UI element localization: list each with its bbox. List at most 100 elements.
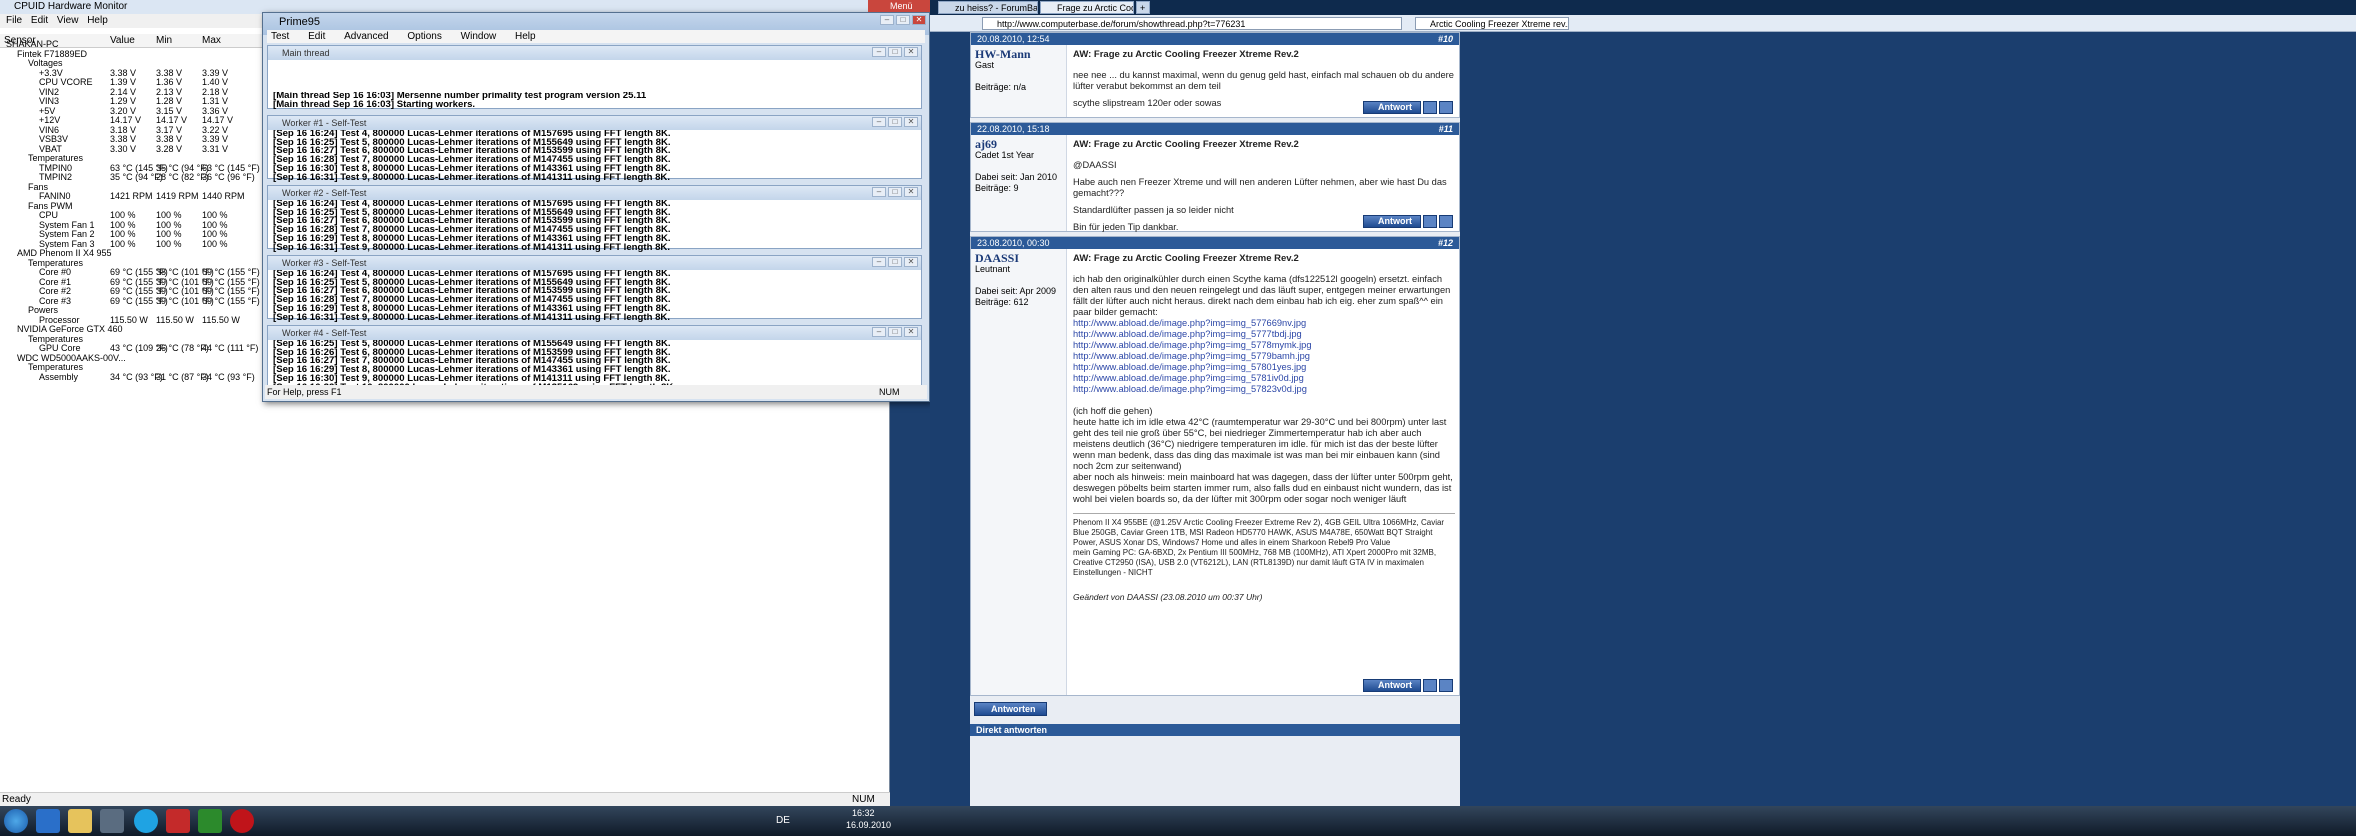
quote-icon[interactable]	[1423, 679, 1437, 692]
explorer-icon[interactable]	[68, 809, 92, 833]
post-link[interactable]: http://www.abload.de/image.php?img=img_5…	[1073, 318, 1455, 329]
post-text: (ich hoff die gehen)	[1073, 406, 1153, 416]
minimize-icon[interactable]: –	[872, 187, 886, 197]
reply-button[interactable]: Antwort	[1363, 215, 1421, 228]
prime95-status-text: For Help, press F1	[267, 387, 342, 397]
tab-frage[interactable]: Frage zu Arctic Coolin...	[1040, 1, 1134, 14]
log-line: [Sep 16 16:31] Test 9, 800000 Lucas-Lehm…	[273, 171, 671, 183]
worker-window[interactable]: Worker #3 - Self-Test – □ ✕ [Sep 16 16:24] T…	[267, 255, 922, 322]
subwindow-title: Worker #3 - Self-Test	[268, 256, 921, 270]
user-meta: Beiträge: n/a	[975, 82, 1027, 92]
quote-icon[interactable]	[1423, 215, 1437, 228]
post-text: heute hatte ich im idle etwa 42°C (raumt…	[1073, 417, 1447, 471]
post-actions: Antwort	[1363, 101, 1453, 114]
maximize-icon[interactable]: □	[888, 187, 902, 197]
opera-menu-button[interactable]: Menü	[868, 0, 930, 12]
user-rank: Gast	[975, 60, 995, 70]
log-line: [Main thread Sep 16 16:03] Starting work…	[273, 98, 476, 110]
user-rank: Leutnant	[975, 264, 1011, 274]
user-meta: Beiträge: 612	[975, 297, 1029, 307]
user-rank: Cadet 1st Year	[975, 150, 1035, 160]
maximize-icon[interactable]: □	[888, 257, 902, 267]
post-link[interactable]: http://www.abload.de/image.php?img=img_5…	[1073, 373, 1455, 384]
post-number[interactable]: #10	[1438, 33, 1453, 45]
close-icon[interactable]: ✕	[904, 327, 918, 337]
maximize-icon[interactable]: □	[888, 117, 902, 127]
answer-thread-button[interactable]: Antworten	[974, 702, 1047, 716]
close-icon[interactable]: ✕	[904, 187, 918, 197]
skype-icon[interactable]	[134, 809, 158, 833]
worker-window[interactable]: Worker #1 - Self-Test – □ ✕ [Sep 16 16:24] T…	[267, 115, 922, 182]
post-link[interactable]: http://www.abload.de/image.php?img=img_5…	[1073, 362, 1455, 373]
quote-icon[interactable]	[1423, 101, 1437, 114]
prime95-icon[interactable]	[198, 809, 222, 833]
multiquote-icon[interactable]	[1439, 101, 1453, 114]
subwindow-controls: – □ ✕	[870, 47, 918, 57]
post-number[interactable]: #12	[1438, 237, 1453, 249]
prime95-window: Prime95 – □ ✕ Test Edit Advanced Options W…	[262, 12, 930, 402]
close-icon[interactable]: ✕	[912, 15, 926, 25]
subwindow-title: Worker #2 - Self-Test	[268, 186, 921, 200]
username[interactable]: HW-Mann	[975, 48, 1062, 60]
post-title: AW: Frage zu Arctic Cooling Freezer Xtre…	[1073, 49, 1299, 60]
menu-test[interactable]: Test	[271, 31, 289, 42]
tab-forumbase[interactable]: zu heiss? - ForumBase	[938, 1, 1038, 14]
clock-date[interactable]: 16.09.2010	[846, 820, 891, 830]
language-indicator[interactable]: DE	[776, 815, 790, 826]
media-icon[interactable]	[100, 809, 124, 833]
worker-window[interactable]: Worker #4 - Self-Test – □ ✕ [Sep 16 16:25] T…	[267, 325, 922, 392]
multiquote-icon[interactable]	[1439, 679, 1453, 692]
post-link[interactable]: http://www.abload.de/image.php?img=img_5…	[1073, 384, 1455, 395]
reply-button[interactable]: Antwort	[1363, 679, 1421, 692]
minimize-icon[interactable]: –	[872, 257, 886, 267]
subwindow-controls: – □ ✕	[870, 117, 918, 127]
reply-button[interactable]: Antwort	[1363, 101, 1421, 114]
menu-advanced[interactable]: Advanced	[344, 31, 388, 42]
maximize-icon[interactable]: □	[888, 327, 902, 337]
minimize-icon[interactable]: –	[880, 15, 894, 25]
forum-post: 23.08.2010, 00:30 #12 DAASSI Leutnant Dabei …	[970, 236, 1460, 696]
minimize-icon[interactable]: –	[872, 47, 886, 57]
menu-edit[interactable]: Edit	[31, 15, 48, 26]
menu-help[interactable]: Help	[515, 31, 536, 42]
hwmonitor-icon[interactable]	[166, 809, 190, 833]
post-date: 23.08.2010, 00:30	[977, 238, 1050, 248]
maximize-icon[interactable]: □	[888, 47, 902, 57]
main-thread-window[interactable]: Main thread – □ ✕ [Main thread Sep 16 16:03]…	[267, 45, 922, 109]
close-icon[interactable]: ✕	[904, 117, 918, 127]
search-field[interactable]: Arctic Cooling Freezer Xtreme rev.2 für …	[1415, 17, 1569, 30]
post-link[interactable]: http://www.abload.de/image.php?img=img_5…	[1073, 340, 1455, 351]
minimize-icon[interactable]: –	[872, 117, 886, 127]
menu-file[interactable]: File	[6, 15, 22, 26]
minimize-icon[interactable]: –	[872, 327, 886, 337]
signature-line: mein Gaming PC: GA-6BXD, 2x Pentium III …	[1073, 548, 1437, 577]
username[interactable]: aj69	[975, 138, 1062, 150]
menu-edit[interactable]: Edit	[308, 31, 325, 42]
post-actions: Antwort	[1363, 679, 1453, 692]
start-button[interactable]	[4, 809, 28, 833]
clock-time[interactable]: 16:32	[852, 808, 875, 818]
post-text: nee nee ... du kannst maximal, wenn du g…	[1073, 70, 1454, 91]
post-number[interactable]: #11	[1439, 123, 1453, 135]
close-icon[interactable]: ✕	[904, 47, 918, 57]
menu-options[interactable]: Options	[407, 31, 441, 42]
multiquote-icon[interactable]	[1439, 215, 1453, 228]
close-icon[interactable]: ✕	[904, 257, 918, 267]
new-tab-button[interactable]: +	[1136, 1, 1150, 14]
prime95-window-controls: – □ ✕	[878, 15, 926, 25]
post-userinfo: aj69 Cadet 1st Year Dabei seit: Jan 2010 Be…	[971, 135, 1067, 231]
maximize-icon[interactable]: □	[896, 15, 910, 25]
username[interactable]: DAASSI	[975, 252, 1062, 264]
menu-help[interactable]: Help	[87, 15, 108, 26]
post-link[interactable]: http://www.abload.de/image.php?img=img_5…	[1073, 351, 1455, 362]
post-link[interactable]: http://www.abload.de/image.php?img=img_5…	[1073, 329, 1455, 340]
menu-view[interactable]: View	[57, 15, 79, 26]
menu-window[interactable]: Window	[461, 31, 497, 42]
worker-window[interactable]: Worker #2 - Self-Test – □ ✕ [Sep 16 16:24] T…	[267, 185, 922, 252]
post-actions: Antwort	[1363, 215, 1453, 228]
address-bar[interactable]: http://www.computerbase.de/forum/showthr…	[982, 17, 1402, 30]
quick-reply-header[interactable]: Direkt antworten	[970, 724, 1460, 736]
ie-icon[interactable]	[36, 809, 60, 833]
opera-icon[interactable]	[230, 809, 254, 833]
log-output: [Sep 16 16:24] Test 4, 800000 Lucas-Lehm…	[268, 270, 921, 322]
